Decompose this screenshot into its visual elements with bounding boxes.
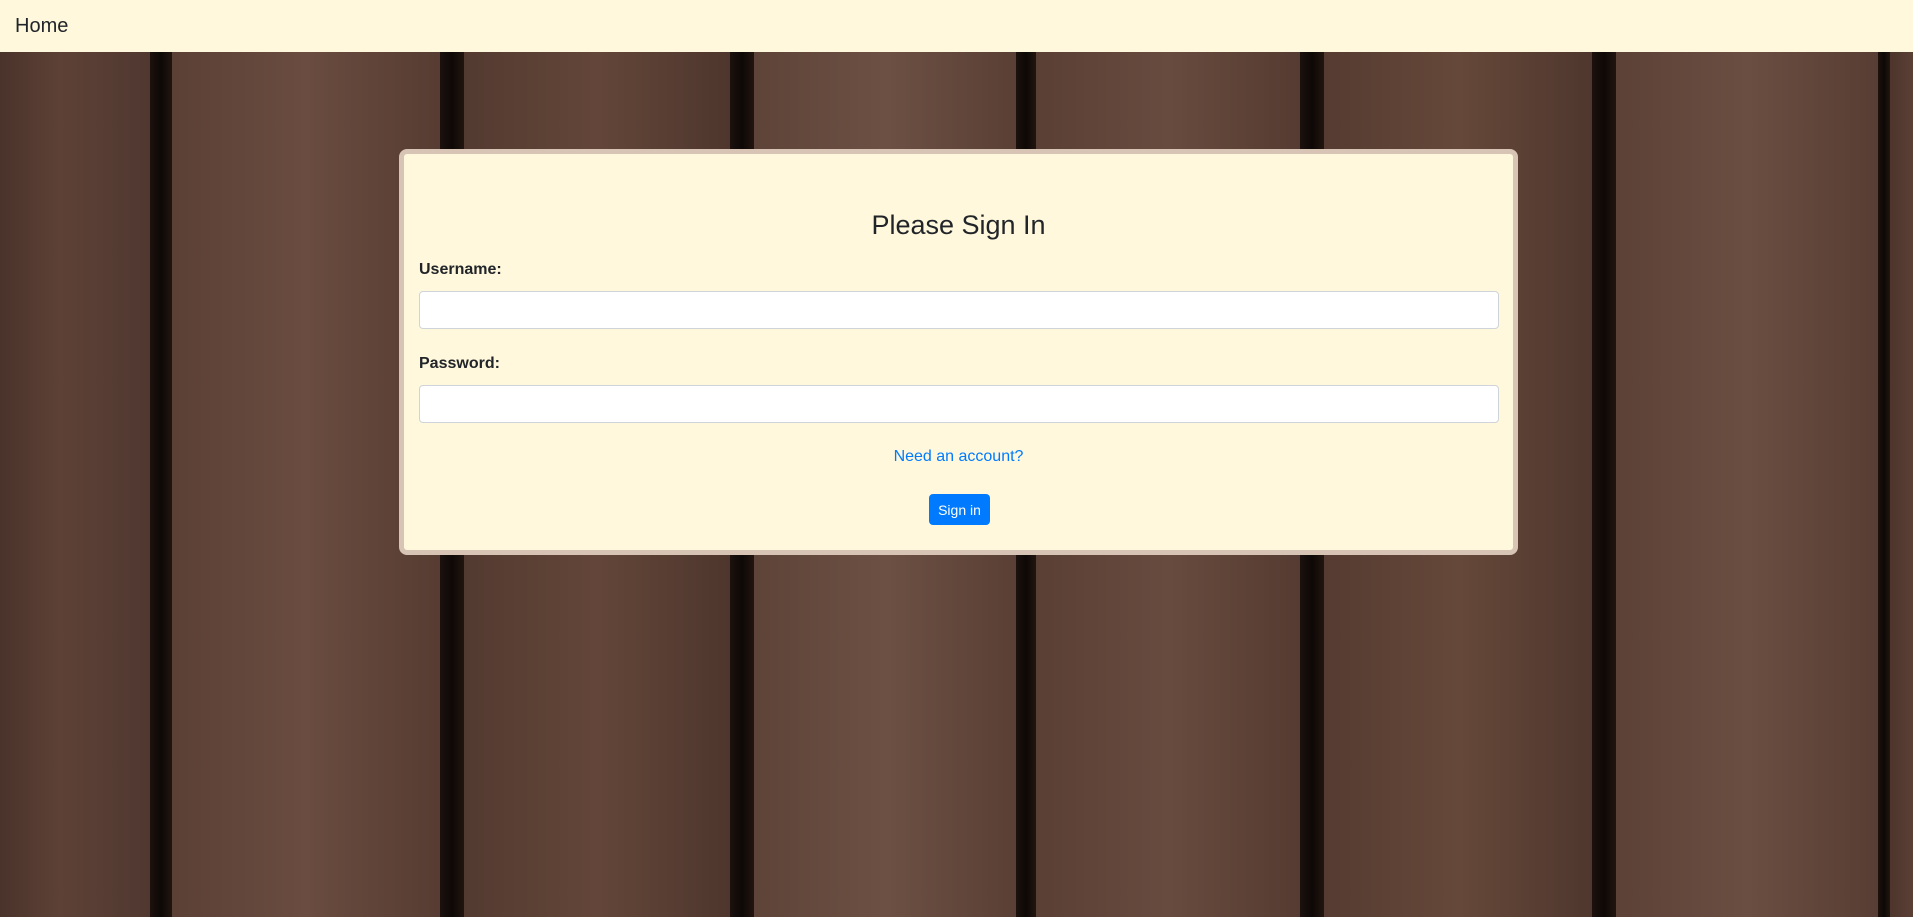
page-title: Please Sign In [871,210,1046,240]
sign-in-button[interactable]: Sign in [929,494,990,525]
login-card: Please Sign In Username: Password: Need … [399,149,1518,555]
username-label: Username: [419,261,502,278]
plank-gap [150,52,172,917]
wood-plank [0,52,150,917]
wood-plank [1890,52,1913,917]
need-account-link[interactable]: Need an account? [894,448,1024,465]
wood-plank [1616,52,1878,917]
password-input[interactable] [419,385,1499,423]
plank-gap [1878,52,1890,917]
top-navbar: Home [0,0,1913,52]
username-input[interactable] [419,291,1499,329]
plank-gap [1592,52,1616,917]
register-link-row: Need an account? [404,448,1513,466]
home-link[interactable]: Home [15,15,68,38]
password-label: Password: [419,355,500,372]
